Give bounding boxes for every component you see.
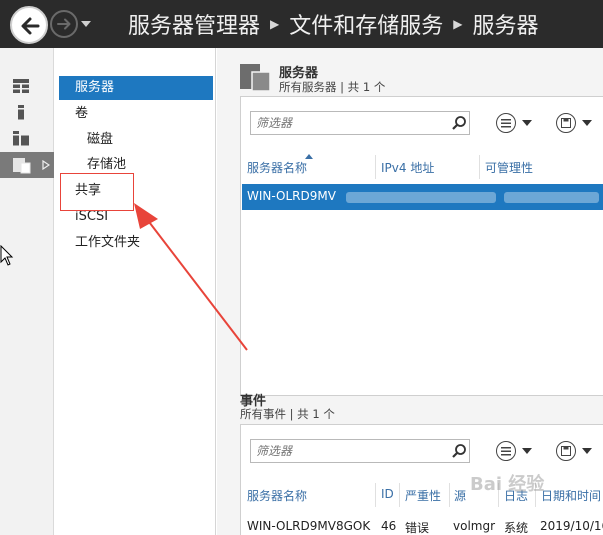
search-icon[interactable]: [451, 443, 467, 459]
servers-subtitle: 所有服务器 | 共 1 个: [279, 80, 386, 94]
rail-file-storage[interactable]: [0, 152, 54, 178]
title-bar: 服务器管理器 ▶ 文件和存储服务 ▶ 服务器: [0, 0, 603, 48]
save-icon: [561, 118, 571, 128]
column-divider: [375, 155, 376, 179]
column-header-server-name[interactable]: 服务器名称: [247, 487, 307, 504]
breadcrumb-separator-icon: ▶: [453, 17, 463, 31]
back-arrow-icon: [21, 17, 40, 35]
save-query-button[interactable]: [556, 440, 596, 462]
events-subtitle: 所有事件 | 共 1 个: [240, 407, 335, 421]
column-header-severity[interactable]: 严重性: [405, 487, 441, 504]
breadcrumb-item[interactable]: 服务器管理器: [128, 8, 260, 40]
column-header-ipv4[interactable]: IPv4 地址: [381, 159, 434, 176]
column-divider: [479, 155, 480, 179]
subnav-item-volumes[interactable]: 卷: [75, 102, 88, 126]
event-datetime-cell: 2019/10/16: [540, 519, 603, 533]
servers-section-icon: [240, 64, 271, 92]
events-filter-input[interactable]: [250, 439, 470, 463]
rail-all-servers[interactable]: [12, 130, 34, 150]
breadcrumb-separator-icon: ▶: [270, 17, 280, 31]
save-query-button[interactable]: [556, 112, 596, 134]
event-log-cell: 系统: [504, 521, 529, 535]
breadcrumb-item[interactable]: 服务器: [473, 8, 539, 40]
column-divider: [449, 483, 450, 507]
column-header-id[interactable]: ID: [381, 487, 394, 501]
subnav-item-disks[interactable]: 磁盘: [87, 128, 113, 152]
forward-arrow-icon: [57, 18, 71, 30]
sub-navigation: 服务器 卷 磁盘 存储池 共享 iSCSI 工作文件夹: [55, 48, 216, 535]
column-header-source[interactable]: 源: [454, 487, 466, 504]
column-header-server-name[interactable]: 服务器名称: [247, 159, 307, 176]
redacted-blur: [504, 192, 599, 203]
event-severity-cell: 错误: [405, 521, 430, 535]
mouse-cursor-icon: [0, 245, 14, 266]
history-dropdown-icon[interactable]: [80, 18, 92, 30]
subnav-item-servers[interactable]: 服务器: [59, 76, 213, 100]
icon-rail: [0, 48, 54, 535]
save-icon: [561, 446, 571, 456]
column-header-manageability[interactable]: 可管理性: [485, 159, 533, 176]
events-panel: 服务器名称 ID 严重性 源 日志 日期和时间 WIN-OLRD9MV8GOK …: [240, 424, 603, 535]
column-header-datetime[interactable]: 日期和时间: [541, 487, 601, 504]
search-icon[interactable]: [451, 115, 467, 131]
event-id-cell: 46: [381, 519, 397, 533]
column-divider: [375, 483, 376, 507]
file-storage-icon: [13, 158, 31, 174]
servers-panel: 服务器名称 IPv4 地址 可管理性 WIN-OLRD9MV: [240, 96, 603, 396]
redacted-blur: [346, 192, 496, 203]
subnav-item-work-folders[interactable]: 工作文件夹: [75, 231, 140, 255]
table-row[interactable]: WIN-OLRD9MV: [242, 184, 603, 210]
event-server-cell: WIN-OLRD9MV8GOK: [247, 519, 371, 533]
list-view-button[interactable]: [496, 440, 536, 462]
rail-local-server[interactable]: [16, 104, 38, 124]
dashboard-icon: [13, 79, 29, 93]
breadcrumb-item[interactable]: 文件和存储服务: [289, 8, 443, 40]
breadcrumb: 服务器管理器 ▶ 文件和存储服务 ▶ 服务器: [128, 6, 539, 42]
list-icon: [501, 119, 511, 128]
annotation-highlight-box: [60, 173, 134, 211]
server-name-cell: WIN-OLRD9MV: [247, 189, 336, 203]
servers-filter-input[interactable]: [250, 111, 470, 135]
rail-dashboard[interactable]: [12, 78, 34, 98]
expand-arrow-icon: [42, 160, 50, 170]
column-divider: [399, 483, 400, 507]
back-button[interactable]: [10, 6, 48, 44]
forward-button[interactable]: [50, 10, 78, 38]
main-content: 服务器 所有服务器 | 共 1 个 服务器名称 IPv4 地址 可管理性: [217, 48, 603, 535]
watermark: Bai 经验: [470, 474, 545, 495]
list-view-button[interactable]: [496, 112, 536, 134]
list-icon: [501, 447, 511, 456]
all-servers-icon: [13, 131, 29, 146]
event-source-cell: volmgr: [453, 519, 496, 533]
local-server-icon: [18, 105, 24, 120]
